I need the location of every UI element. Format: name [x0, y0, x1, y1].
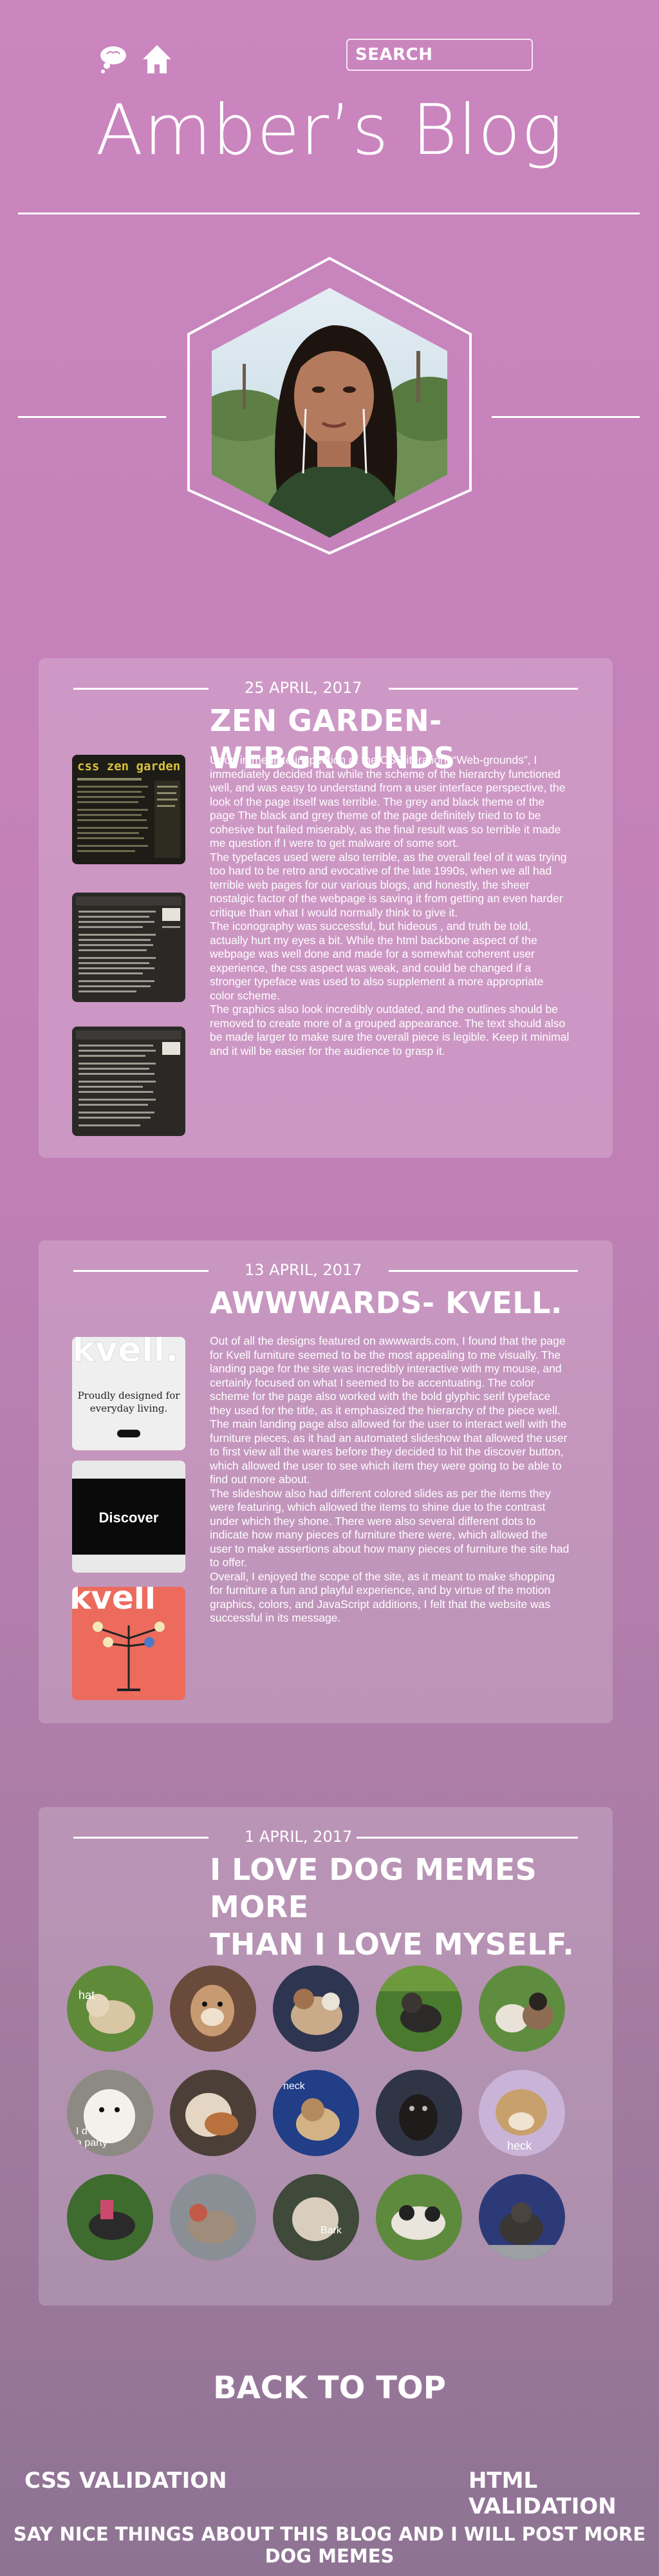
hero-divider-right	[492, 416, 640, 418]
thumb-text-line2: everyday living.	[90, 1403, 168, 1414]
dog-meme-3[interactable]	[273, 1965, 359, 2052]
post-header-line-left	[73, 688, 209, 690]
post-card-zen-garden: 25 APRIL, 2017 ZEN GARDEN- WEBGROUNDS cs…	[39, 658, 613, 1158]
thumb-caption: css zen garden	[77, 759, 180, 773]
profile-hexagon	[185, 254, 474, 557]
header-divider	[18, 213, 640, 214]
back-to-top-link[interactable]: BACK TO TOP	[0, 2370, 659, 2406]
html-validation-link[interactable]: HTML VALIDATION	[469, 2468, 659, 2519]
search-input[interactable]: SEARCH	[346, 39, 533, 71]
hero-divider-left	[18, 416, 166, 418]
meme-caption: I d	[76, 2126, 88, 2137]
footer-message: SAY NICE THINGS ABOUT THIS BLOG AND I WI…	[13, 2523, 646, 2567]
dog-meme-13[interactable]: Bark	[273, 2174, 359, 2260]
post-card-kvell: 13 APRIL, 2017 AWWWARDS- KVELL. kvell. P…	[39, 1240, 613, 1723]
post-paragraph: The typefaces used were also terrible, a…	[210, 850, 567, 919]
dog-meme-7[interactable]	[170, 2070, 256, 2156]
post-header-line-right	[389, 1270, 578, 1272]
dog-meme-8[interactable]: heck	[273, 2070, 359, 2156]
post-header: 1 APRIL, 2017	[73, 1828, 578, 1847]
thumb-brand: kvell.	[72, 1337, 178, 1370]
post-paragraph: The iconography was successful, but hide…	[210, 920, 544, 1002]
post-thumbnail-3[interactable]: kvell	[72, 1587, 185, 1700]
post-header-line-right	[389, 688, 578, 690]
dog-meme-2[interactable]	[170, 1965, 256, 2052]
post-paragraph: Overall, I enjoyed the scope of the site…	[210, 1569, 555, 1625]
post-title-line: THAN I LOVE MYSELF.	[210, 1927, 575, 1962]
post-paragraph: Upon immediate inspection of the CSS ite…	[210, 753, 566, 849]
post-thumbnail-3[interactable]	[72, 1027, 185, 1136]
thumb-brand: kvell	[72, 1587, 156, 1616]
css-validation-link[interactable]: CSS VALIDATION	[24, 2468, 227, 2494]
post-card-dog-memes: 1 APRIL, 2017 I LOVE DOG MEMES MORE THAN…	[39, 1807, 613, 2306]
thought-bubble-icon[interactable]	[98, 43, 131, 76]
post-header: 25 APRIL, 2017	[73, 679, 578, 698]
post-thumbnail-2[interactable]	[72, 893, 185, 1002]
dog-meme-14[interactable]	[376, 2174, 462, 2260]
profile-photo	[212, 288, 447, 538]
post-title[interactable]: AWWWARDS- KVELL.	[210, 1284, 596, 1321]
post-body: Out of all the designs featured on awwwa…	[210, 1334, 570, 1625]
post-date: 1 APRIL, 2017	[245, 1828, 353, 1846]
post-paragraph: The slideshow also had different colored…	[210, 1486, 570, 1569]
dog-meme-10[interactable]: heck	[479, 2070, 565, 2156]
dog-meme-12[interactable]	[170, 2174, 256, 2260]
thumb-discover-text: Discover	[99, 1510, 159, 1526]
meme-caption: a party	[76, 2137, 107, 2148]
post-title[interactable]: I LOVE DOG MEMES MORE THAN I LOVE MYSELF…	[210, 1851, 596, 1963]
dog-meme-1[interactable]: hat	[67, 1965, 153, 2052]
dog-meme-11[interactable]	[67, 2174, 153, 2260]
post-body: Upon immediate inspection of the CSS ite…	[210, 753, 570, 1058]
post-header-line-right	[357, 1837, 578, 1839]
thumb-text-line1: Proudly designed for	[78, 1390, 181, 1401]
site-title: Amber’s Blog	[95, 90, 564, 171]
home-icon[interactable]	[140, 43, 174, 76]
post-thumbnail-1[interactable]: kvell. Proudly designed for everyday liv…	[72, 1337, 185, 1450]
post-date: 25 APRIL, 2017	[245, 679, 362, 697]
post-thumbnail-1[interactable]: css zen garden	[72, 755, 185, 864]
dog-meme-6[interactable]: I da party	[67, 2070, 153, 2156]
post-thumbnail-2[interactable]: Discover	[72, 1461, 185, 1573]
meme-caption: Bark	[320, 2225, 342, 2236]
post-title-line: I LOVE DOG MEMES MORE	[210, 1852, 537, 1924]
dog-meme-15[interactable]	[479, 2174, 565, 2260]
dog-meme-9[interactable]	[376, 2070, 462, 2156]
meme-caption: heck	[283, 2081, 306, 2092]
dog-meme-4[interactable]	[376, 1965, 462, 2052]
dog-meme-5[interactable]	[479, 1965, 565, 2052]
post-paragraph: The graphics also look incredibly outdat…	[210, 1003, 570, 1057]
post-header-line-left	[73, 1270, 209, 1272]
meme-caption: heck	[507, 2139, 532, 2152]
header-icons	[98, 43, 174, 76]
meme-caption: hat	[79, 1989, 95, 2002]
post-paragraph: The main landing page also allowed for t…	[210, 1417, 568, 1486]
post-date: 13 APRIL, 2017	[245, 1261, 362, 1279]
post-paragraph: Out of all the designs featured on awwwa…	[210, 1334, 566, 1417]
post-header: 13 APRIL, 2017	[73, 1261, 578, 1280]
post-header-line-left	[73, 1837, 209, 1839]
